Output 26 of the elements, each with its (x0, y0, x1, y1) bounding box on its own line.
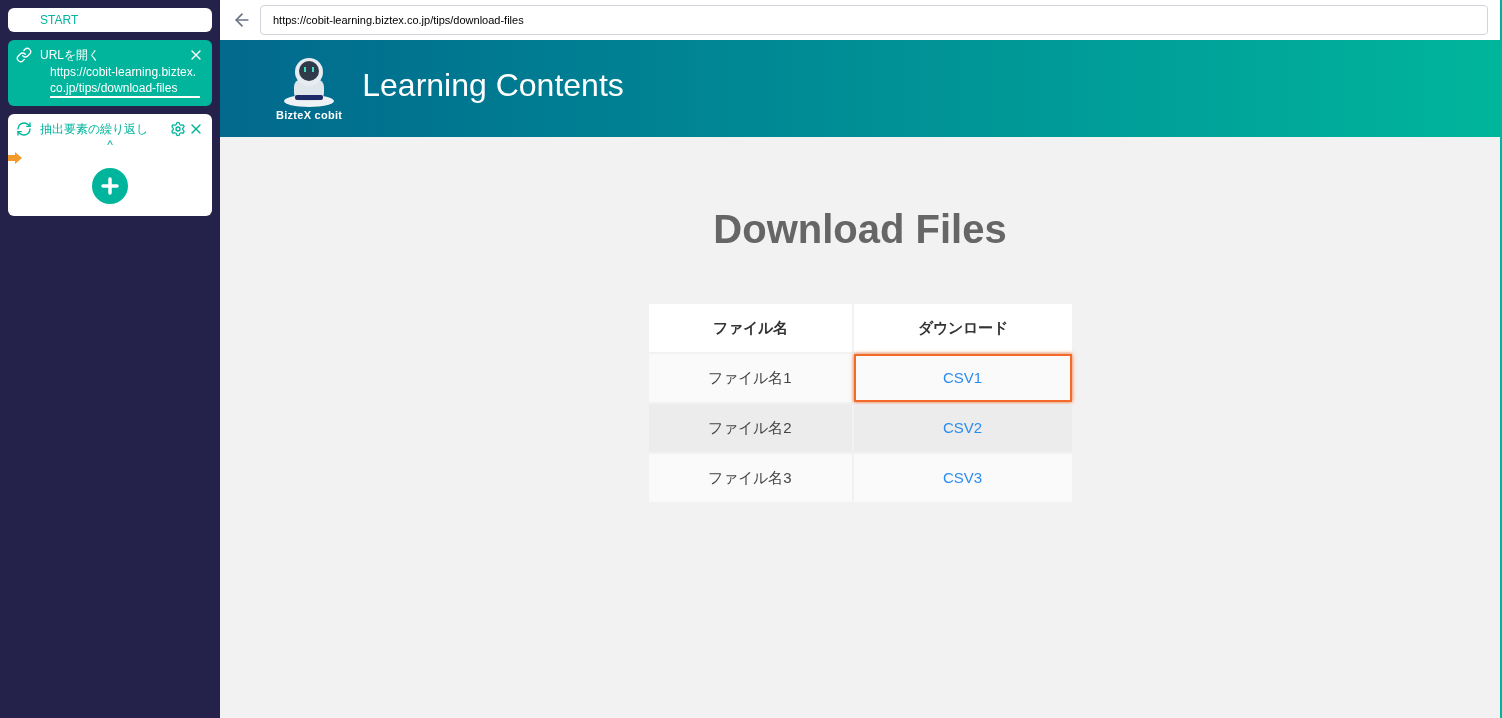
step-title: 抽出要素の繰り返し (40, 121, 149, 138)
address-bar[interactable]: https://cobit-learning.biztex.co.jp/tips/download-files (260, 5, 1488, 35)
open-url-step-card[interactable]: URLを開く https://cobit-learning.biztex.co.jp/tips/download-files (8, 40, 212, 106)
table-cell: ファイル名1 (648, 354, 852, 402)
robot-logo-icon (282, 56, 337, 109)
csv-link[interactable]: CSV1 (942, 366, 983, 390)
start-block[interactable]: START (8, 8, 212, 32)
column-header: ファイル名 (648, 304, 852, 352)
add-step-button[interactable] (92, 168, 128, 204)
table-cell: ファイル名2 (648, 404, 852, 452)
settings-icon[interactable] (170, 121, 186, 137)
plus-icon (98, 174, 122, 198)
csv-link[interactable]: CSV2 (942, 416, 983, 440)
page-heading: Download Files (713, 206, 1007, 253)
url-input-field[interactable]: https://cobit-learning.biztex.co.jp/tips/download-files (50, 64, 200, 98)
loop-icon (16, 121, 32, 137)
header-title: Learning Contents (362, 65, 624, 105)
loop-step-card[interactable]: 抽出要素の繰り返し ^ (8, 114, 212, 216)
arrow-right-icon (8, 152, 22, 164)
table-cell: ファイル名3 (648, 454, 852, 502)
step-title: URLを開く (40, 47, 101, 64)
logo-text: BizteX cobit (276, 108, 343, 121)
link-icon (16, 47, 32, 63)
collapse-toggle[interactable]: ^ (107, 138, 113, 152)
csv-link[interactable]: CSV3 (942, 466, 983, 490)
column-header: ダウンロード (853, 304, 1072, 352)
